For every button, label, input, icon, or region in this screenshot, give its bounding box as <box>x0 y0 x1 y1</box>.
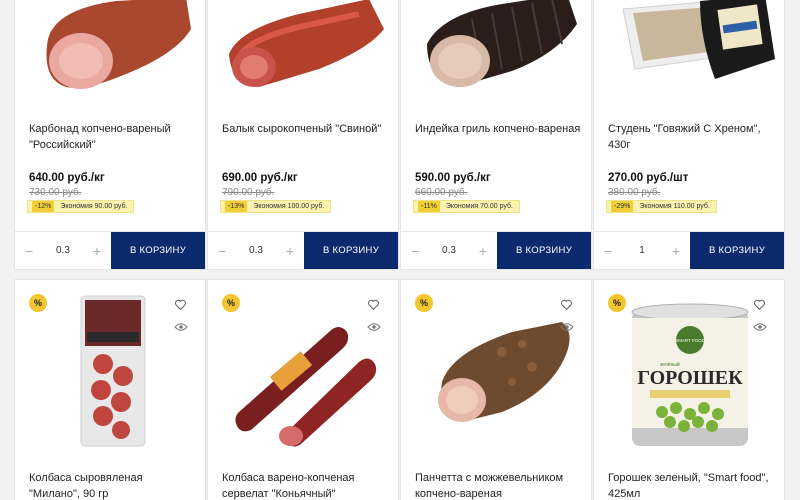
plus-button[interactable]: + <box>672 244 680 258</box>
eye-icon[interactable] <box>367 322 381 332</box>
product-price: 640.00 руб./кг <box>29 172 105 184</box>
product-image[interactable] <box>594 0 784 99</box>
economy-badge: -12% Экономия 90.00 руб. <box>27 200 135 213</box>
plus-button[interactable]: + <box>93 244 101 258</box>
discount-badge: % <box>415 294 433 312</box>
eye-icon[interactable] <box>560 322 574 332</box>
add-to-cart-button[interactable]: В КОРЗИНУ <box>690 232 784 269</box>
add-to-cart-button[interactable]: В КОРЗИНУ <box>111 232 205 269</box>
cart-controls: − 0.3 + В КОРЗИНУ <box>15 231 205 269</box>
product-image[interactable] <box>15 0 205 99</box>
product-name[interactable]: Панчетта с можжевельником копчено-варена… <box>415 470 581 500</box>
product-name[interactable]: Колбаса сыровяленая "Милано", 90 гр <box>29 470 195 500</box>
product-card[interactable]: Балык сырокопченый "Свиной" 690.00 руб./… <box>207 0 399 270</box>
product-name[interactable]: Студень "Говяжий С Хреном", 430г <box>608 121 774 153</box>
product-image[interactable] <box>208 0 398 99</box>
discount-percent: -12% <box>32 201 55 212</box>
heart-icon[interactable] <box>753 298 766 311</box>
quantity-stepper: − 0.3 + <box>401 232 497 269</box>
product-image[interactable] <box>401 0 591 99</box>
product-old-price: 790.00 руб. <box>222 187 275 198</box>
product-price: 690.00 руб./кг <box>222 172 298 184</box>
product-card[interactable]: % Панчетта с можжевельником копчено-варе… <box>400 279 592 500</box>
discount-badge: % <box>222 294 240 312</box>
product-card[interactable]: Студень "Говяжий С Хреном", 430г 270.00 … <box>593 0 785 270</box>
product-card[interactable]: % Колбаса варено-копченая сервелат "Конь… <box>207 279 399 500</box>
quantity-stepper: − 1 + <box>594 232 690 269</box>
cart-controls: − 0.3 + В КОРЗИНУ <box>208 231 398 269</box>
heart-icon[interactable] <box>560 298 573 311</box>
product-name[interactable]: Балык сырокопченый "Свиной" <box>222 121 388 137</box>
economy-text: Экономия 100.00 руб. <box>253 203 325 210</box>
product-old-price: 380.00 руб. <box>608 187 661 198</box>
discount-percent: -29% <box>611 201 634 212</box>
discount-badge: % <box>29 294 47 312</box>
quantity-stepper: − 0.3 + <box>15 232 111 269</box>
economy-badge: -11% Экономия 70.00 руб. <box>413 200 520 213</box>
cart-controls: − 1 + В КОРЗИНУ <box>594 231 784 269</box>
heart-icon[interactable] <box>174 298 187 311</box>
discount-percent: -11% <box>418 201 440 212</box>
discount-badge: % <box>608 294 626 312</box>
product-old-price: 660.00 руб. <box>415 187 468 198</box>
product-name[interactable]: Горошек зеленый, "Smart food", 425мл <box>608 470 774 500</box>
plus-button[interactable]: + <box>479 244 487 258</box>
minus-button[interactable]: − <box>218 244 226 258</box>
product-name[interactable]: Индейка гриль копчено-вареная <box>415 121 581 137</box>
product-name[interactable]: Карбонад копчено-вареный "Российский" <box>29 121 195 153</box>
economy-text: Экономия 90.00 руб. <box>60 203 128 210</box>
quantity-value[interactable]: 0.3 <box>249 245 263 256</box>
product-price: 590.00 руб./кг <box>415 172 491 184</box>
minus-button[interactable]: − <box>25 244 33 258</box>
product-card[interactable]: Карбонад копчено-вареный "Российский" 64… <box>14 0 206 270</box>
quantity-value[interactable]: 0.3 <box>442 245 456 256</box>
economy-badge: -29% Экономия 110.00 руб. <box>606 200 717 213</box>
quantity-value[interactable]: 0.3 <box>56 245 70 256</box>
plus-button[interactable]: + <box>286 244 294 258</box>
product-name[interactable]: Колбаса варено-копченая сервелат "Коньяч… <box>222 470 388 500</box>
eye-icon[interactable] <box>753 322 767 332</box>
economy-text: Экономия 70.00 руб. <box>445 203 513 210</box>
minus-button[interactable]: − <box>411 244 419 258</box>
economy-badge: -13% Экономия 100.00 руб. <box>220 200 332 213</box>
can-title: ГОРОШЕК <box>637 367 743 389</box>
product-card[interactable]: % Колбаса сыровяленая "Милано", 90 гр <box>14 279 206 500</box>
quantity-stepper: − 0.3 + <box>208 232 304 269</box>
cart-controls: − 0.3 + В КОРЗИНУ <box>401 231 591 269</box>
economy-text: Экономия 110.00 руб. <box>639 203 710 210</box>
add-to-cart-button[interactable]: В КОРЗИНУ <box>497 232 591 269</box>
heart-icon[interactable] <box>367 298 380 311</box>
eye-icon[interactable] <box>174 322 188 332</box>
quantity-value[interactable]: 1 <box>639 245 645 256</box>
minus-button[interactable]: − <box>604 244 612 258</box>
discount-percent: -13% <box>225 201 248 212</box>
can-brand: SMART FOOD <box>675 338 706 343</box>
product-old-price: 730.00 руб. <box>29 187 82 198</box>
product-card[interactable]: Индейка гриль копчено-вареная 590.00 руб… <box>400 0 592 270</box>
product-card[interactable]: % SMART FOOD зелёный ГОРОШЕК Горошек зел… <box>593 279 785 500</box>
product-price: 270.00 руб./шт <box>608 172 689 184</box>
add-to-cart-button[interactable]: В КОРЗИНУ <box>304 232 398 269</box>
